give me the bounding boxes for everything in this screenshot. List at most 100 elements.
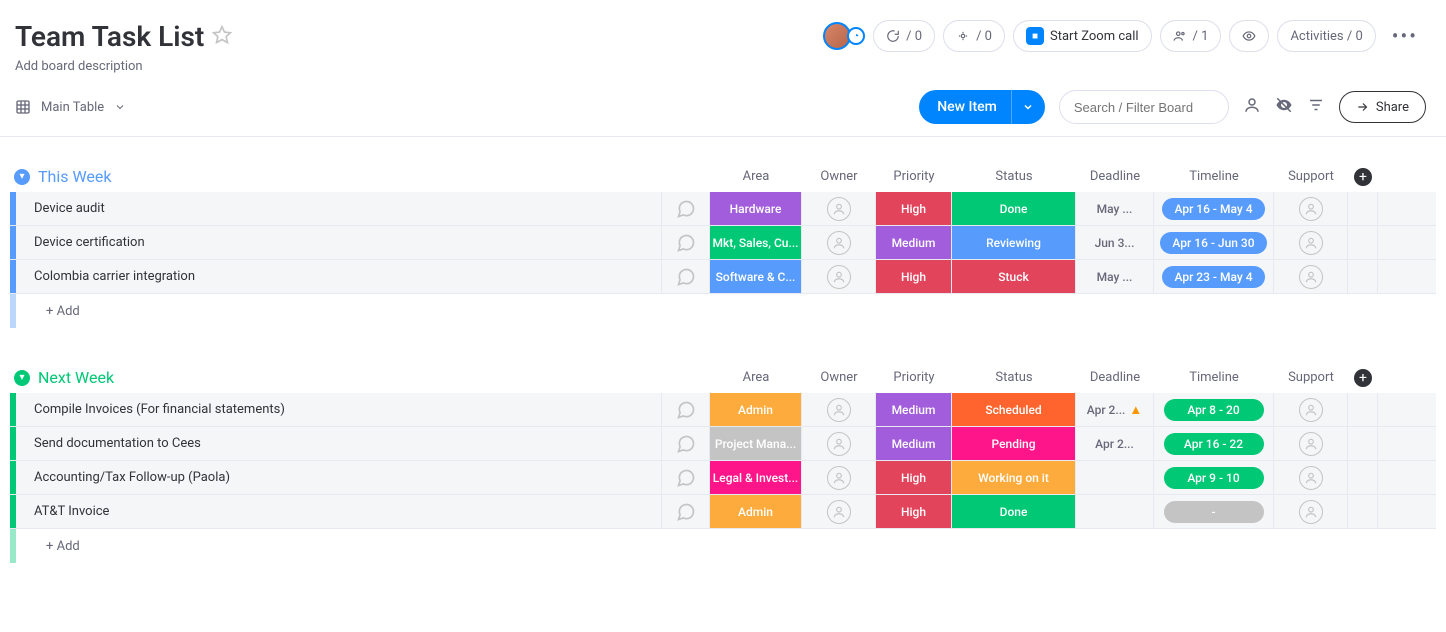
owner-cell[interactable] xyxy=(802,393,876,426)
support-cell[interactable] xyxy=(1274,461,1348,494)
column-header[interactable]: Area xyxy=(710,370,802,385)
table-row[interactable]: Colombia carrier integration Software & C… xyxy=(10,260,1436,294)
support-cell[interactable] xyxy=(1274,226,1348,259)
table-row[interactable]: Send documentation to Cees Project Mana..… xyxy=(10,427,1436,461)
share-button[interactable]: Share xyxy=(1339,91,1426,123)
column-header[interactable]: Owner xyxy=(802,169,876,184)
members-button[interactable]: / 1 xyxy=(1160,20,1222,52)
area-cell[interactable]: Hardware xyxy=(710,192,802,225)
chat-icon[interactable] xyxy=(662,461,710,494)
area-cell[interactable]: Admin xyxy=(710,495,802,528)
column-header[interactable]: Area xyxy=(710,169,802,184)
activities-button[interactable]: Activities / 0 xyxy=(1277,20,1375,52)
chat-icon[interactable] xyxy=(662,260,710,293)
last-seen-button[interactable] xyxy=(1229,20,1269,52)
column-header[interactable]: Priority xyxy=(876,370,952,385)
status-cell[interactable]: Reviewing xyxy=(952,226,1076,259)
hide-columns-icon[interactable] xyxy=(1275,96,1293,118)
board-title[interactable]: Team Task List xyxy=(15,20,204,53)
column-header[interactable]: Status xyxy=(952,169,1076,184)
owner-cell[interactable] xyxy=(802,192,876,225)
support-cell[interactable] xyxy=(1274,495,1348,528)
chat-icon[interactable] xyxy=(662,427,710,460)
column-header[interactable]: Status xyxy=(952,370,1076,385)
deadline-cell[interactable]: Apr 2...▲ xyxy=(1076,393,1154,426)
deadline-cell[interactable]: Apr 2... xyxy=(1076,427,1154,460)
column-header[interactable]: Deadline xyxy=(1076,169,1154,184)
status-cell[interactable]: Done xyxy=(952,495,1076,528)
row-title[interactable]: Compile Invoices (For financial statemen… xyxy=(16,393,662,426)
deadline-cell[interactable]: Jun 3... xyxy=(1076,226,1154,259)
new-item-dropdown[interactable] xyxy=(1011,90,1045,124)
area-cell[interactable]: Admin xyxy=(710,393,802,426)
table-row[interactable]: Compile Invoices (For financial statemen… xyxy=(10,393,1436,427)
support-cell[interactable] xyxy=(1274,192,1348,225)
timeline-cell[interactable]: Apr 16 - 22 xyxy=(1154,427,1274,460)
add-row-button[interactable]: + Add xyxy=(16,294,1436,328)
row-title[interactable]: Device certification xyxy=(16,226,662,259)
area-cell[interactable]: Software & C... xyxy=(710,260,802,293)
row-title[interactable]: Colombia carrier integration xyxy=(16,260,662,293)
timeline-cell[interactable]: Apr 8 - 20 xyxy=(1154,393,1274,426)
view-switcher[interactable]: Main Table xyxy=(15,99,126,115)
add-column-button[interactable]: + xyxy=(1354,168,1372,186)
deadline-cell[interactable]: May ... xyxy=(1076,192,1154,225)
priority-cell[interactable]: High xyxy=(876,192,952,225)
search-input[interactable] xyxy=(1059,90,1229,124)
more-menu-icon[interactable]: ••• xyxy=(1384,20,1426,52)
person-filter-icon[interactable] xyxy=(1243,96,1261,118)
table-row[interactable]: Device audit Hardware HighDoneMay ...Apr 1… xyxy=(10,192,1436,226)
add-row-button[interactable]: + Add xyxy=(16,529,1436,563)
owner-cell[interactable] xyxy=(802,427,876,460)
integrations-button[interactable]: / 0 xyxy=(943,20,1005,52)
board-owner-avatar[interactable]: ◔ xyxy=(823,22,865,50)
star-icon[interactable] xyxy=(212,25,232,49)
row-title[interactable]: Accounting/Tax Follow-up (Paola) xyxy=(16,461,662,494)
priority-cell[interactable]: High xyxy=(876,495,952,528)
chat-icon[interactable] xyxy=(662,226,710,259)
status-cell[interactable]: Scheduled xyxy=(952,393,1076,426)
column-header[interactable]: Priority xyxy=(876,169,952,184)
column-header[interactable]: Owner xyxy=(802,370,876,385)
status-cell[interactable]: Stuck xyxy=(952,260,1076,293)
area-cell[interactable]: Project Mana... xyxy=(710,427,802,460)
table-row[interactable]: Device certification Mkt, Sales, Cu... Med… xyxy=(10,226,1436,260)
priority-cell[interactable]: High xyxy=(876,260,952,293)
add-column-button[interactable]: + xyxy=(1354,369,1372,387)
row-title[interactable]: AT&T Invoice xyxy=(16,495,662,528)
row-title[interactable]: Send documentation to Cees xyxy=(16,427,662,460)
priority-cell[interactable]: Medium xyxy=(876,226,952,259)
sort-icon[interactable] xyxy=(1307,96,1325,118)
column-header[interactable]: Support xyxy=(1274,169,1348,184)
chat-icon[interactable] xyxy=(662,393,710,426)
timeline-cell[interactable]: Apr 16 - Jun 30 xyxy=(1154,226,1274,259)
new-item-button[interactable]: New Item xyxy=(919,90,1045,124)
support-cell[interactable] xyxy=(1274,393,1348,426)
column-header[interactable]: Deadline xyxy=(1076,370,1154,385)
timeline-cell[interactable]: Apr 16 - May 4 xyxy=(1154,192,1274,225)
group-title[interactable]: Next Week xyxy=(38,368,114,387)
owner-cell[interactable] xyxy=(802,226,876,259)
area-cell[interactable]: Mkt, Sales, Cu... xyxy=(710,226,802,259)
row-title[interactable]: Device audit xyxy=(16,192,662,225)
support-cell[interactable] xyxy=(1274,260,1348,293)
deadline-cell[interactable] xyxy=(1076,495,1154,528)
status-cell[interactable]: Done xyxy=(952,192,1076,225)
table-row[interactable]: AT&T Invoice Admin HighDone - xyxy=(10,495,1436,529)
timeline-cell[interactable]: - xyxy=(1154,495,1274,528)
timeline-cell[interactable]: Apr 23 - May 4 xyxy=(1154,260,1274,293)
status-cell[interactable]: Pending xyxy=(952,427,1076,460)
chat-icon[interactable] xyxy=(662,495,710,528)
deadline-cell[interactable] xyxy=(1076,461,1154,494)
timeline-cell[interactable]: Apr 9 - 10 xyxy=(1154,461,1274,494)
owner-cell[interactable] xyxy=(802,495,876,528)
deadline-cell[interactable]: May ... xyxy=(1076,260,1154,293)
collapse-icon[interactable]: ▾ xyxy=(14,370,30,386)
column-header[interactable]: Support xyxy=(1274,370,1348,385)
owner-cell[interactable] xyxy=(802,260,876,293)
priority-cell[interactable]: Medium xyxy=(876,427,952,460)
chat-icon[interactable] xyxy=(662,192,710,225)
column-header[interactable]: Timeline xyxy=(1154,169,1274,184)
group-title[interactable]: This Week xyxy=(38,167,112,186)
area-cell[interactable]: Legal & Invest... xyxy=(710,461,802,494)
